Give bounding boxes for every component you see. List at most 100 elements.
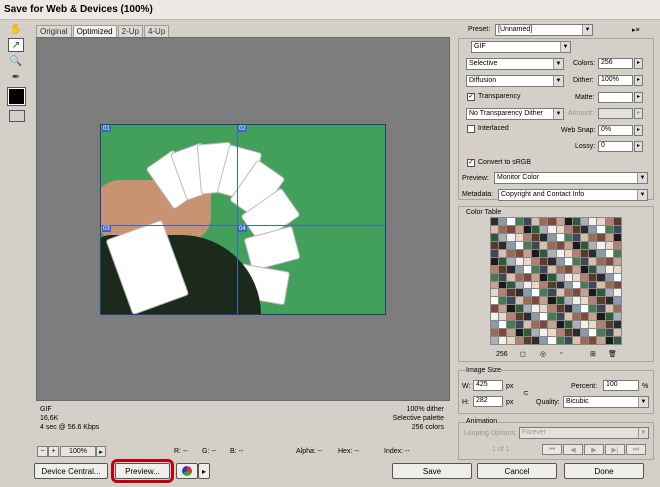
color-swatch[interactable] <box>581 281 589 289</box>
color-swatch[interactable] <box>531 289 540 297</box>
optimized-image[interactable]: 01 02 03 04 <box>100 124 386 315</box>
map-transparency-icon[interactable]: ◻ <box>520 350 526 358</box>
color-swatch[interactable] <box>564 249 572 257</box>
color-swatch[interactable] <box>491 281 499 289</box>
color-swatch[interactable] <box>581 225 589 233</box>
color-swatch[interactable] <box>548 273 556 281</box>
color-swatch[interactable] <box>605 329 613 337</box>
slice-label[interactable]: 04 <box>238 226 247 232</box>
color-swatch[interactable] <box>548 337 556 344</box>
color-swatch[interactable] <box>491 257 499 265</box>
color-swatch[interactable] <box>531 257 540 265</box>
color-swatch[interactable] <box>540 305 548 313</box>
color-swatch[interactable] <box>507 249 515 257</box>
color-swatch[interactable] <box>523 337 531 344</box>
color-swatch[interactable] <box>564 218 572 225</box>
color-swatch[interactable] <box>556 297 564 305</box>
panel-menu-icon[interactable]: ▸≡ <box>632 26 640 34</box>
color-swatch[interactable] <box>531 233 540 241</box>
color-swatch[interactable] <box>572 225 581 233</box>
color-swatch[interactable] <box>605 225 613 233</box>
eyedropper-tool-icon[interactable]: ✒ <box>8 70 24 84</box>
color-swatch[interactable] <box>499 273 507 281</box>
color-swatch[interactable] <box>589 273 597 281</box>
height-field[interactable]: 282 <box>473 396 503 407</box>
color-swatch[interactable] <box>597 329 605 337</box>
color-swatch[interactable] <box>564 265 572 273</box>
color-swatch[interactable] <box>499 233 507 241</box>
color-swatch[interactable] <box>523 225 531 233</box>
color-swatch[interactable] <box>613 329 621 337</box>
eyedropper-color-swatch[interactable] <box>7 87 26 106</box>
color-swatch[interactable] <box>564 241 572 249</box>
color-swatch[interactable] <box>605 305 613 313</box>
color-swatch[interactable] <box>556 281 564 289</box>
color-swatch[interactable] <box>515 273 523 281</box>
color-swatch[interactable] <box>507 257 515 265</box>
color-swatch[interactable] <box>597 337 605 344</box>
color-swatch[interactable] <box>605 337 613 344</box>
color-swatch[interactable] <box>499 329 507 337</box>
color-swatch[interactable] <box>507 329 515 337</box>
color-swatch[interactable] <box>523 233 531 241</box>
interlaced-checkbox[interactable] <box>467 125 475 133</box>
color-swatch[interactable] <box>507 289 515 297</box>
color-swatch[interactable] <box>572 218 581 225</box>
transparency-checkbox[interactable]: ✓ <box>467 93 475 101</box>
color-swatch[interactable] <box>515 241 523 249</box>
new-color-icon[interactable]: ⊞ <box>590 350 596 358</box>
color-swatch[interactable] <box>589 329 597 337</box>
color-table-grid[interactable] <box>490 217 622 345</box>
color-swatch[interactable] <box>548 257 556 265</box>
color-swatch[interactable] <box>564 257 572 265</box>
color-swatch[interactable] <box>499 313 507 321</box>
color-swatch[interactable] <box>523 218 531 225</box>
color-swatch[interactable] <box>589 289 597 297</box>
color-swatch[interactable] <box>613 305 621 313</box>
color-swatch[interactable] <box>499 289 507 297</box>
color-swatch[interactable] <box>491 273 499 281</box>
color-swatch[interactable] <box>605 233 613 241</box>
color-swatch[interactable] <box>572 321 581 329</box>
color-swatch[interactable] <box>540 249 548 257</box>
color-swatch[interactable] <box>531 241 540 249</box>
preset-select[interactable]: [Unnamed] ▼ <box>495 24 593 36</box>
color-swatch[interactable] <box>572 257 581 265</box>
quality-select[interactable]: Bicubic ▼ <box>563 396 649 408</box>
color-swatch[interactable] <box>564 273 572 281</box>
color-swatch[interactable] <box>540 289 548 297</box>
color-swatch[interactable] <box>507 273 515 281</box>
matte-field[interactable] <box>598 92 633 103</box>
color-swatch[interactable] <box>540 233 548 241</box>
color-swatch[interactable] <box>556 313 564 321</box>
slice-label[interactable]: 03 <box>102 226 111 232</box>
color-swatch[interactable] <box>540 225 548 233</box>
color-swatch[interactable] <box>540 321 548 329</box>
lock-color-icon[interactable]: ▫ <box>560 350 562 357</box>
zoom-tool-icon[interactable]: 🔍 <box>8 54 24 68</box>
color-swatch[interactable] <box>499 321 507 329</box>
color-swatch[interactable] <box>581 265 589 273</box>
color-swatch[interactable] <box>589 249 597 257</box>
color-swatch[interactable] <box>548 305 556 313</box>
color-swatch[interactable] <box>605 218 613 225</box>
color-swatch[interactable] <box>531 329 540 337</box>
color-swatch[interactable] <box>548 265 556 273</box>
color-swatch[interactable] <box>564 225 572 233</box>
dither-algorithm-select[interactable]: Diffusion ▼ <box>466 75 564 87</box>
zoom-dropdown-arrow-icon[interactable]: ▸ <box>96 446 106 457</box>
device-central-button[interactable]: Device Central... <box>34 463 108 479</box>
color-swatch[interactable] <box>499 265 507 273</box>
color-swatch[interactable] <box>581 329 589 337</box>
color-swatch[interactable] <box>499 257 507 265</box>
color-swatch[interactable] <box>556 273 564 281</box>
color-swatch[interactable] <box>605 273 613 281</box>
color-swatch[interactable] <box>556 265 564 273</box>
color-swatch[interactable] <box>589 265 597 273</box>
color-swatch[interactable] <box>491 241 499 249</box>
color-swatch[interactable] <box>523 281 531 289</box>
dither-field[interactable]: 100% <box>598 75 633 86</box>
color-swatch[interactable] <box>556 241 564 249</box>
color-swatch[interactable] <box>589 313 597 321</box>
color-swatch[interactable] <box>491 313 499 321</box>
